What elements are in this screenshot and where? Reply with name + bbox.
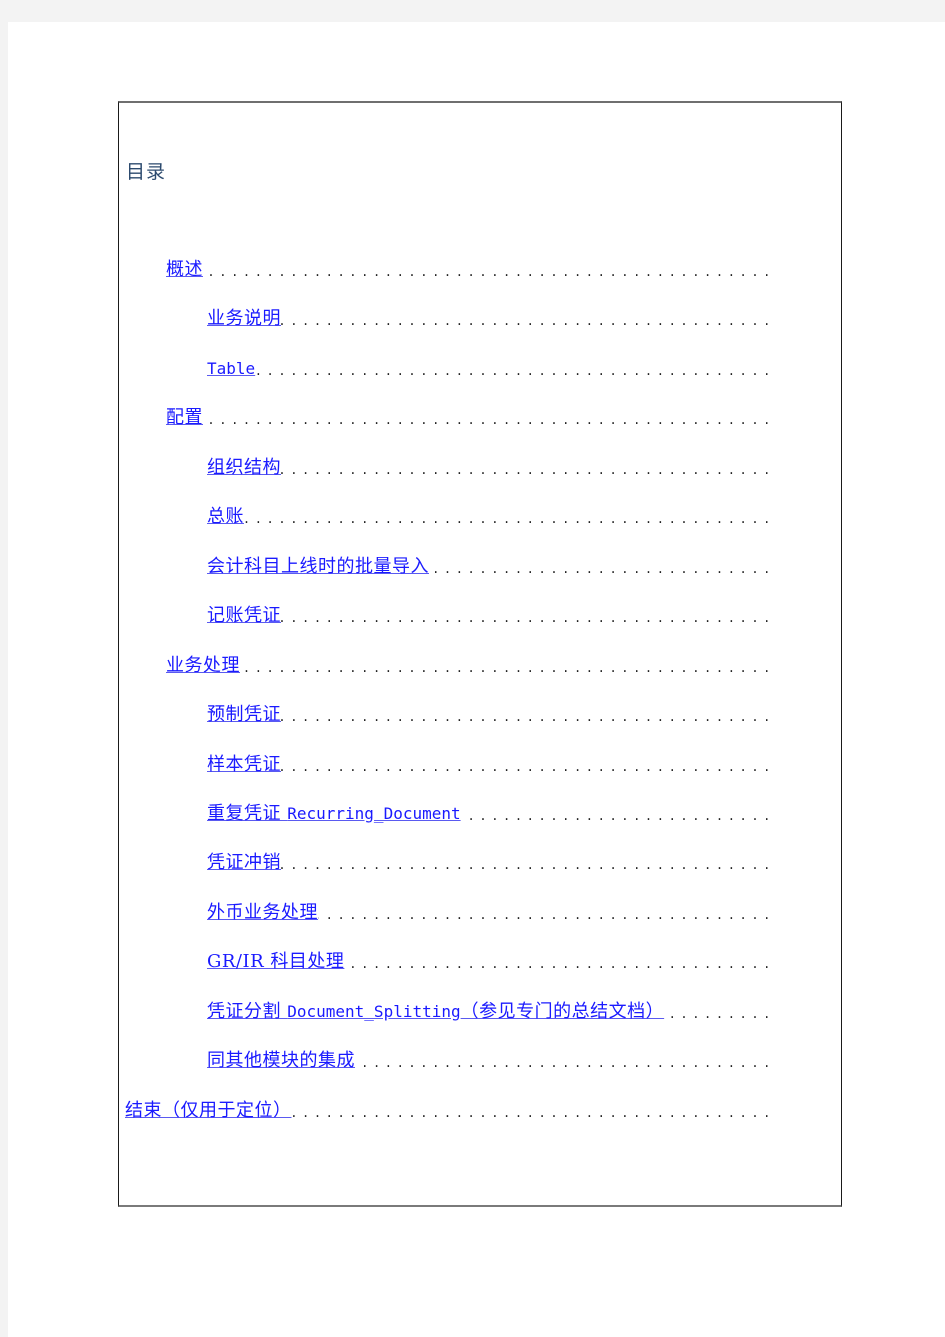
toc-link[interactable]: GR/IR 科目处理 [207, 951, 344, 973]
dot-leader: ........................................… [460, 809, 775, 823]
dot-leader: ........................................… [355, 1056, 775, 1070]
toc-link-text: 重复凭证 [207, 803, 288, 824]
toc-link[interactable]: 外币业务处理 [207, 902, 318, 924]
toc-link-text: 样本凭证 [207, 754, 281, 775]
dot-leader: ........................................… [203, 265, 775, 279]
dot-leader: ........................................… [281, 858, 775, 872]
toc-entry: 结束（仅用于定位） ..............................… [125, 1098, 775, 1122]
dot-leader: ........................................… [281, 710, 775, 724]
dot-leader: ........................................… [244, 512, 775, 526]
toc-link-code-text: Document_Splitting [287, 1002, 461, 1021]
toc-entry: 业务说明....................................… [207, 306, 775, 330]
toc-entry: 同其他模块的集成................................… [207, 1048, 775, 1072]
toc-entry: 凭证冲销....................................… [207, 850, 775, 874]
dot-leader: ........................................… [429, 562, 775, 576]
toc-link-code-text: Table [207, 359, 256, 378]
toc-entry: Table...................................… [207, 356, 775, 380]
toc-link[interactable]: 同其他模块的集成 [207, 1050, 355, 1072]
dot-leader: ........................................… [292, 1106, 775, 1120]
toc-link-text: 业务处理 [166, 655, 240, 676]
dot-leader: ........................................… [664, 1007, 775, 1021]
toc-entry: 预制凭证....................................… [207, 702, 775, 726]
toc-link-text: 总账 [207, 506, 244, 527]
toc-entry: 配置......................................… [166, 405, 775, 429]
toc-entry: 样本凭证....................................… [207, 752, 775, 776]
toc-link-text: 业务说明 [207, 308, 281, 329]
toc-link[interactable]: 凭证冲销 [207, 852, 281, 874]
toc-link-text: 组织结构 [207, 457, 281, 478]
toc-link-text: 凭证分割 [207, 1001, 288, 1022]
toc-link-text: 预制凭证 [207, 704, 281, 725]
toc-link[interactable]: 概述 [166, 259, 203, 281]
toc-link[interactable]: 结束（仅用于定位） [125, 1100, 292, 1122]
dot-leader: ........................................… [203, 413, 775, 427]
toc-link[interactable]: 配置 [166, 407, 203, 429]
toc-link-text: 会计科目上线时的批量导入 [207, 556, 429, 577]
toc-entry: 总账......................................… [207, 504, 775, 528]
toc-entry: 外币业务处理..................................… [207, 900, 775, 924]
toc-entry: 业务处理....................................… [166, 653, 775, 677]
toc-link[interactable]: 记账凭证 [207, 605, 281, 627]
dot-leader: ........................................… [281, 463, 775, 477]
toc-link-text: 配置 [166, 407, 203, 428]
dot-leader: ........................................… [240, 661, 775, 675]
toc-entry: 记账凭证....................................… [207, 603, 775, 627]
toc-link[interactable]: 样本凭证 [207, 754, 281, 776]
toc-entry: 组织结构....................................… [207, 455, 775, 479]
toc-link[interactable]: 凭证分割 Document_Splitting（参见专门的总结文档） [207, 1001, 664, 1023]
dot-leader: ........................................… [344, 957, 775, 971]
dot-leader: ........................................… [281, 314, 775, 328]
toc-title: 目录 [126, 161, 167, 183]
toc-link[interactable]: 业务说明 [207, 308, 281, 330]
toc-link-text: 外币业务处理 [207, 902, 318, 923]
toc-entry: 概述......................................… [166, 257, 775, 281]
toc-entry: 会计科目上线时的批量导入............................… [207, 554, 775, 578]
toc-link-code-text: Recurring_Document [287, 804, 461, 823]
dot-leader: ........................................… [318, 908, 775, 922]
toc-link-text: GR/IR 科目处理 [207, 951, 345, 972]
dot-leader: ........................................… [281, 760, 775, 774]
dot-leader: ........................................… [281, 611, 775, 625]
toc-link[interactable]: 业务处理 [166, 655, 240, 677]
toc-link-text: 结束（仅用于定位） [125, 1100, 292, 1121]
toc-link[interactable]: 预制凭证 [207, 704, 281, 726]
toc-link[interactable]: 组织结构 [207, 457, 281, 479]
toc-link-text: 凭证冲销 [207, 852, 281, 873]
toc-entry: 凭证分割 Document_Splitting（参见专门的总结文档） .....… [207, 999, 775, 1023]
toc-link[interactable]: Table [207, 358, 255, 380]
toc-link[interactable]: 总账 [207, 506, 244, 528]
toc-link-text: 概述 [166, 259, 203, 280]
toc-link[interactable]: 重复凭证 Recurring_Document [207, 803, 461, 825]
dot-leader: ........................................… [255, 364, 775, 378]
toc-entry: 重复凭证 Recurring_Document.................… [207, 801, 775, 825]
toc-link-text: 记账凭证 [207, 605, 281, 626]
toc-link[interactable]: 会计科目上线时的批量导入 [207, 556, 429, 578]
toc-link-suffix: （参见专门的总结文档） [460, 1001, 665, 1022]
toc-entry: GR/IR 科目处理..............................… [207, 949, 775, 973]
toc-link-text: 同其他模块的集成 [207, 1050, 355, 1071]
